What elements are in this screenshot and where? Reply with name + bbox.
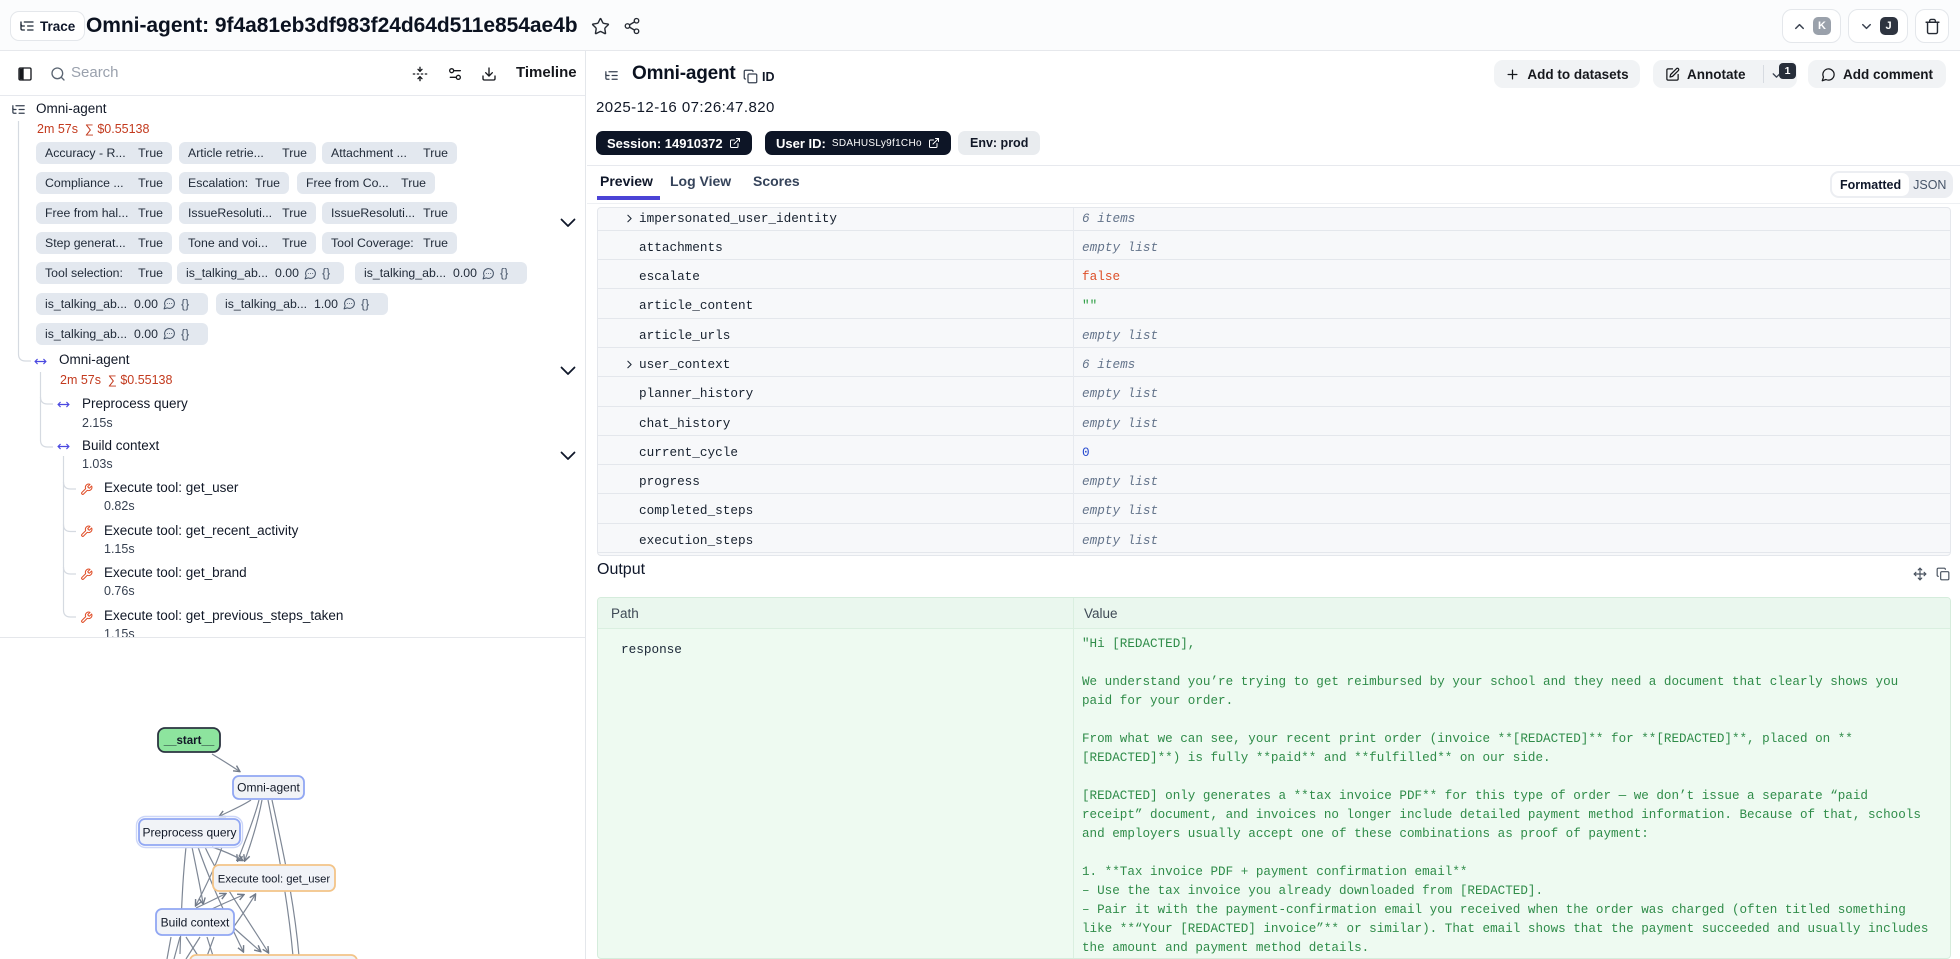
svg-text:Execute tool: get_user: Execute tool: get_user xyxy=(218,874,331,886)
svg-text:Preprocess query: Preprocess query xyxy=(142,826,236,840)
svg-text:__start__: __start__ xyxy=(163,735,215,747)
svg-text:Build context: Build context xyxy=(161,916,230,930)
svg-text:Omni-agent: Omni-agent xyxy=(237,781,300,795)
